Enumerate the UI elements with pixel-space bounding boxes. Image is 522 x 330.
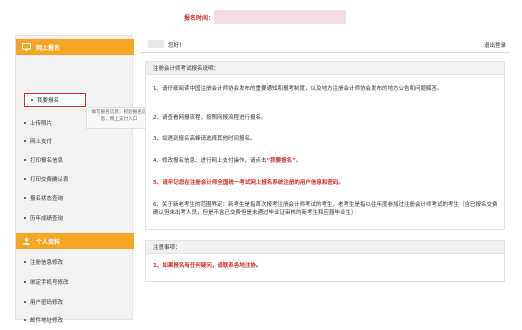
sidebar-item-score-query[interactable]: 历年成绩查询 bbox=[24, 214, 63, 222]
sidebar-item-online-payment[interactable]: 网上支付 bbox=[24, 137, 52, 145]
sidebar-item-register[interactable]: 我要报名 bbox=[24, 93, 86, 107]
sidebar-item-label: 邮件地址修改 bbox=[30, 318, 64, 324]
notice-item-1: 1、请仔细阅读中国注册会计师协会发布的重要通知和报考制度，以及地方注册会计师协会… bbox=[153, 86, 443, 92]
bullet-icon bbox=[24, 301, 26, 303]
notice-item-4: 4、修改报名信息、进行网上支付操作，请点击“我要报名”。 bbox=[153, 157, 498, 165]
username bbox=[148, 40, 164, 48]
attention-panel: 注意事项： 1、如果报名有任何疑问，请联系各地注协。 bbox=[145, 240, 505, 282]
sidebar-section-personal: 个人资料 bbox=[16, 233, 134, 249]
sidebar-item-label: 上传照片 bbox=[30, 121, 53, 127]
registration-time-label: 报名时间： bbox=[184, 15, 215, 22]
sidebar-section-personal-title: 个人资料 bbox=[36, 238, 61, 246]
sidebar-item-label: 绑定手机号修改 bbox=[30, 280, 69, 286]
bullet-icon bbox=[24, 281, 26, 283]
register-link[interactable]: “我要报名” bbox=[267, 158, 296, 164]
bullet-icon bbox=[24, 140, 26, 142]
notice-title: 注册会计师考试报名说明： bbox=[146, 62, 504, 75]
monitor-icon bbox=[22, 43, 31, 51]
bullet-icon bbox=[24, 159, 26, 161]
bullet-icon bbox=[24, 319, 26, 321]
notice-item-4-tail: 。 bbox=[295, 158, 302, 164]
sidebar-item-edit-registration[interactable]: 注册信息修改 bbox=[24, 258, 63, 266]
user-icon bbox=[22, 237, 31, 245]
attention-title: 注意事项： bbox=[146, 241, 504, 254]
notice-panel: 注册会计师考试报名说明： 1、请仔细阅读中国注册会计师协会发布的重要通知和报考制… bbox=[145, 61, 505, 230]
greeting: 您好！ bbox=[168, 43, 185, 49]
notice-item-6: 6、关于新老考生的范围界定：新考生是指首次报考注册会计师考试的考生，老考生是指以… bbox=[153, 202, 498, 216]
sidebar-item-label: 打印交费确认表 bbox=[30, 177, 69, 183]
main-header: 您好！ 退出登录 bbox=[140, 35, 510, 53]
bullet-icon bbox=[24, 197, 26, 199]
notice-item-3: 3、如遇到报名高峰请选择其他时间报名。 bbox=[153, 136, 256, 142]
sidebar-item-label: 注册信息修改 bbox=[30, 260, 64, 266]
sidebar-item-label: 用户密码修改 bbox=[30, 300, 64, 306]
bullet-icon bbox=[24, 261, 26, 263]
main-content: 您好！ 退出登录 注册会计师考试报名说明： 1、请仔细阅读中国注册会计师协会发布… bbox=[140, 35, 510, 320]
sidebar-section-online: 网上报名 bbox=[16, 39, 134, 55]
registration-time-value bbox=[214, 10, 346, 24]
sidebar-section-online-title: 网上报名 bbox=[36, 44, 61, 52]
notice-item-5: 5、请牢记您在注册会计师全国统一考试网上报名系统注册的用户信息和密码。 bbox=[153, 180, 344, 186]
sidebar-item-upload-photo[interactable]: 上传照片 bbox=[24, 119, 52, 127]
sidebar-item-edit-phone[interactable]: 绑定手机号修改 bbox=[24, 278, 69, 286]
attention-item-1: 1、如果报名有任何疑问，请联系各地注协。 bbox=[153, 263, 262, 269]
bullet-icon bbox=[31, 99, 33, 101]
notice-item-2: 2、请查看网报流程，按照网报流程进行报名。 bbox=[153, 115, 267, 121]
sidebar-item-label: 报名状态查询 bbox=[30, 196, 64, 202]
bullet-icon bbox=[24, 122, 26, 124]
sidebar-item-label: 网上支付 bbox=[30, 139, 53, 145]
logout-link[interactable]: 退出登录 bbox=[484, 41, 506, 49]
sidebar-item-status-query[interactable]: 报名状态查询 bbox=[24, 194, 63, 202]
sidebar: 网上报名 我要报名 填写报名信息，校验报名信息，网上支付入口 上传照片 网上支付… bbox=[15, 35, 152, 324]
sidebar-item-print-payment[interactable]: 打印交费确认表 bbox=[24, 175, 69, 183]
top-bar: 报名时间： bbox=[0, 0, 522, 30]
sidebar-item-label: 打印报名信息 bbox=[30, 158, 64, 164]
sidebar-item-label: 历年成绩查询 bbox=[30, 216, 64, 222]
sidebar-item-print-info[interactable]: 打印报名信息 bbox=[24, 156, 63, 164]
bullet-icon bbox=[24, 178, 26, 180]
sidebar-item-label: 我要报名 bbox=[37, 98, 60, 104]
sidebar-item-edit-password[interactable]: 用户密码修改 bbox=[24, 298, 63, 306]
sidebar-item-edit-email[interactable]: 邮件地址修改 bbox=[24, 316, 63, 324]
notice-item-4-text: 4、修改报名信息、进行网上支付操作，请点击 bbox=[153, 158, 267, 164]
bullet-icon bbox=[24, 217, 26, 219]
